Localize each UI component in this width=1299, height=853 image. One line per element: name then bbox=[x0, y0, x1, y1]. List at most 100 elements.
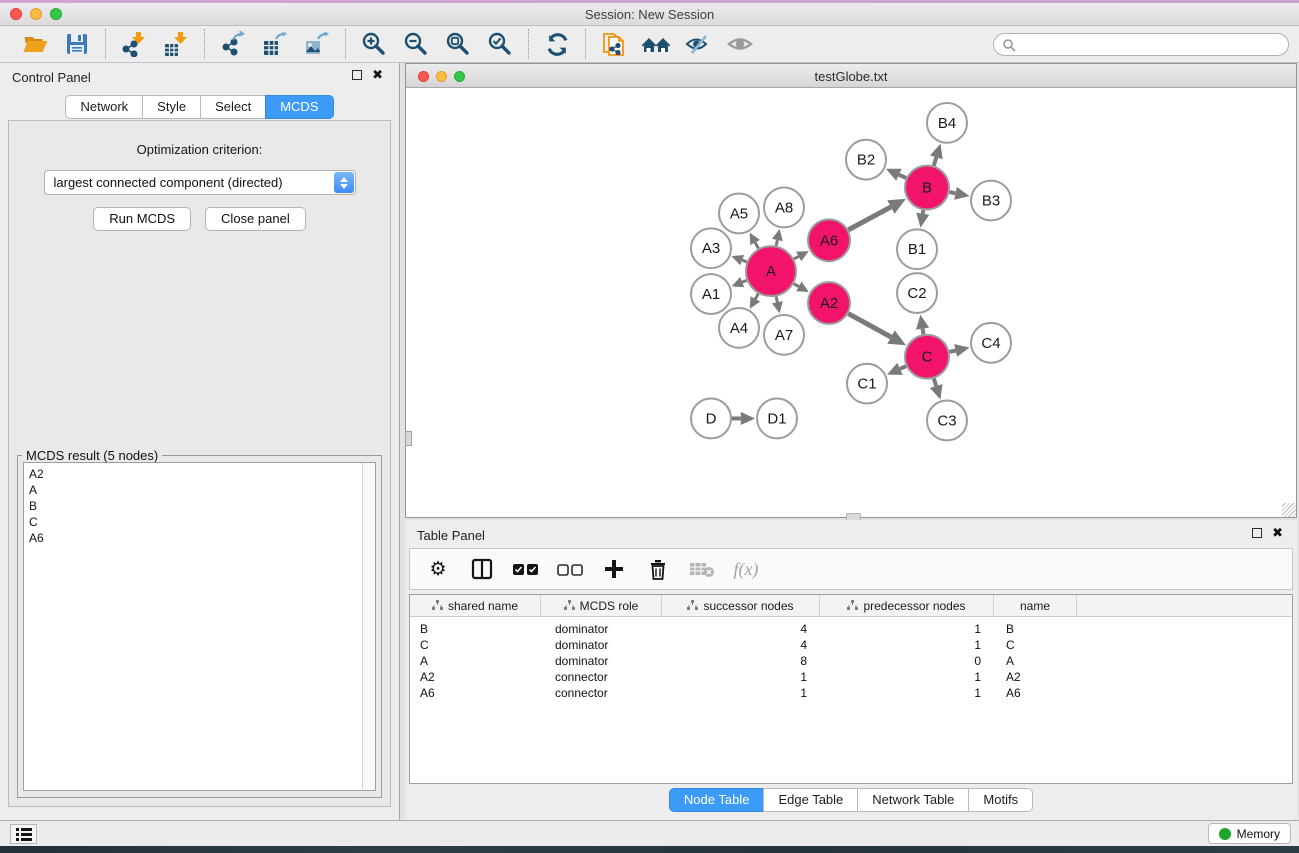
deselect-all-button[interactable] bbox=[548, 552, 592, 586]
table-row[interactable]: Cdominator41C bbox=[410, 637, 1292, 653]
graph-edge-A2-C[interactable] bbox=[848, 314, 891, 337]
window-resize-grip[interactable] bbox=[1282, 503, 1296, 517]
graph-edge-B-B4[interactable] bbox=[934, 157, 937, 165]
search-input[interactable] bbox=[1016, 36, 1288, 54]
export-table-button[interactable] bbox=[254, 28, 296, 60]
panel-splitter-handle[interactable] bbox=[405, 431, 412, 446]
table-row[interactable]: Adominator80A bbox=[410, 653, 1292, 669]
delete-table-button[interactable] bbox=[680, 552, 724, 586]
graph-edge-A6-B[interactable] bbox=[848, 207, 891, 230]
graph-node-label: A4 bbox=[730, 320, 748, 337]
column-header-predecessor-nodes[interactable]: predecessor nodes bbox=[820, 595, 994, 616]
tab-network[interactable]: Network bbox=[65, 95, 142, 119]
graph-edge-A-A8[interactable] bbox=[776, 240, 777, 246]
graph-edge-arrowhead bbox=[954, 187, 969, 200]
graph-edge-A-A2[interactable] bbox=[794, 284, 799, 287]
table-header-row: shared name MCDS role successor nodes pr… bbox=[410, 595, 1292, 617]
graph-node-label: C2 bbox=[907, 285, 926, 302]
graph-node-label: B bbox=[922, 180, 932, 197]
import-table-button[interactable] bbox=[155, 28, 197, 60]
attribute-icon bbox=[847, 600, 858, 611]
network-window-title: testGlobe.txt bbox=[406, 69, 1296, 84]
show-task-history-button[interactable] bbox=[10, 824, 37, 844]
table-row[interactable]: A6connector11A6 bbox=[410, 685, 1292, 701]
column-header-name[interactable]: name bbox=[994, 595, 1077, 616]
toggle-graphics-details-button[interactable] bbox=[677, 28, 719, 60]
graph-node-label: A3 bbox=[702, 240, 720, 257]
list-item[interactable]: B bbox=[24, 498, 375, 514]
graph-edge-B-B3[interactable] bbox=[950, 192, 956, 193]
tab-select[interactable]: Select bbox=[200, 95, 265, 119]
column-header-successor-nodes[interactable]: successor nodes bbox=[662, 595, 820, 616]
list-item[interactable]: A2 bbox=[24, 466, 375, 482]
open-file-icon bbox=[22, 32, 49, 56]
list-item[interactable]: A6 bbox=[24, 530, 375, 546]
table-settings-button[interactable]: ⚙ bbox=[416, 552, 460, 586]
show-hide-button[interactable] bbox=[719, 28, 761, 60]
home-button[interactable] bbox=[635, 28, 677, 60]
graph-edge-A-A4[interactable] bbox=[755, 294, 758, 299]
float-table-panel-icon[interactable] bbox=[1252, 528, 1262, 538]
tab-mcds[interactable]: MCDS bbox=[265, 95, 333, 119]
graph-edge-A-A3[interactable] bbox=[742, 260, 747, 262]
toolbar-separator bbox=[105, 29, 106, 59]
graph-node-label: A6 bbox=[820, 232, 838, 249]
graph-edge-C-C1[interactable] bbox=[900, 366, 906, 369]
tab-motifs[interactable]: Motifs bbox=[968, 788, 1033, 812]
graph-edge-C-C2[interactable] bbox=[923, 329, 924, 334]
zoom-out-button[interactable] bbox=[395, 28, 437, 60]
graph-edge-A-A7[interactable] bbox=[776, 297, 777, 303]
optimization-criterion-select[interactable]: largest connected component (directed) bbox=[44, 170, 356, 195]
zoom-selected-button[interactable] bbox=[479, 28, 521, 60]
table-tabs: Node Table Edge Table Network Table Moti… bbox=[669, 788, 1033, 812]
delete-column-button[interactable] bbox=[636, 552, 680, 586]
close-panel-icon[interactable]: ✖ bbox=[372, 70, 383, 80]
tab-network-table[interactable]: Network Table bbox=[857, 788, 968, 812]
graph-edge-A-A5[interactable] bbox=[755, 243, 758, 249]
split-view-button[interactable] bbox=[460, 552, 504, 586]
save-session-button[interactable] bbox=[56, 28, 98, 60]
refresh-button[interactable] bbox=[536, 28, 578, 60]
new-network-from-selection-button[interactable] bbox=[593, 28, 635, 60]
list-item[interactable]: C bbox=[24, 514, 375, 530]
tab-edge-table[interactable]: Edge Table bbox=[763, 788, 857, 812]
export-network-button[interactable] bbox=[212, 28, 254, 60]
graph-edge-B-B1[interactable] bbox=[923, 210, 924, 214]
graph-node-label: B3 bbox=[982, 192, 1000, 209]
result-list-scrollbar[interactable] bbox=[362, 463, 375, 790]
graph-edge-A-A1[interactable] bbox=[742, 280, 747, 282]
network-canvas[interactable]: B4B2BB3A8A5A6A3B1AA1C2A2A4A7C4CC1DD1C3 bbox=[406, 89, 1296, 517]
close-table-panel-icon[interactable]: ✖ bbox=[1272, 528, 1283, 538]
select-all-button[interactable] bbox=[504, 552, 548, 586]
run-mcds-button[interactable]: Run MCDS bbox=[93, 207, 191, 231]
memory-button[interactable]: Memory bbox=[1208, 823, 1291, 844]
float-panel-icon[interactable] bbox=[352, 70, 362, 80]
export-image-button[interactable] bbox=[296, 28, 338, 60]
zoom-fit-button[interactable] bbox=[437, 28, 479, 60]
graph-edge-C-C3[interactable] bbox=[934, 379, 936, 386]
tab-node-table[interactable]: Node Table bbox=[669, 788, 764, 812]
zoom-fit-icon bbox=[445, 31, 471, 57]
graph-edge-C-C4[interactable] bbox=[949, 351, 955, 352]
graph-edge-A-A6[interactable] bbox=[794, 256, 799, 259]
memory-label: Memory bbox=[1237, 827, 1280, 841]
table-row[interactable]: A2connector11A2 bbox=[410, 669, 1292, 685]
table-row[interactable]: Bdominator41B bbox=[410, 621, 1292, 637]
open-file-button[interactable] bbox=[14, 28, 56, 60]
graph-edge-B-B2[interactable] bbox=[899, 175, 906, 178]
import-network-button[interactable] bbox=[113, 28, 155, 60]
window-title: Session: New Session bbox=[0, 7, 1299, 22]
main-toolbar bbox=[0, 26, 1299, 63]
list-item[interactable]: A bbox=[24, 482, 375, 498]
column-header-shared-name[interactable]: shared name bbox=[410, 595, 541, 616]
column-header-mcds-role[interactable]: MCDS role bbox=[541, 595, 662, 616]
zoom-in-button[interactable] bbox=[353, 28, 395, 60]
table-panel: Table Panel ✖ ⚙ bbox=[405, 520, 1297, 820]
mcds-result-group: MCDS result (5 nodes) A2 A B C A6 bbox=[17, 455, 382, 798]
graph-svg: B4B2BB3A8A5A6A3B1AA1C2A2A4A7C4CC1DD1C3 bbox=[406, 89, 1296, 517]
toolbar-separator bbox=[204, 29, 205, 59]
add-column-button[interactable] bbox=[592, 552, 636, 586]
tab-style[interactable]: Style bbox=[142, 95, 200, 119]
function-builder-button[interactable]: f(x) bbox=[724, 552, 768, 586]
close-panel-button[interactable]: Close panel bbox=[205, 207, 306, 231]
